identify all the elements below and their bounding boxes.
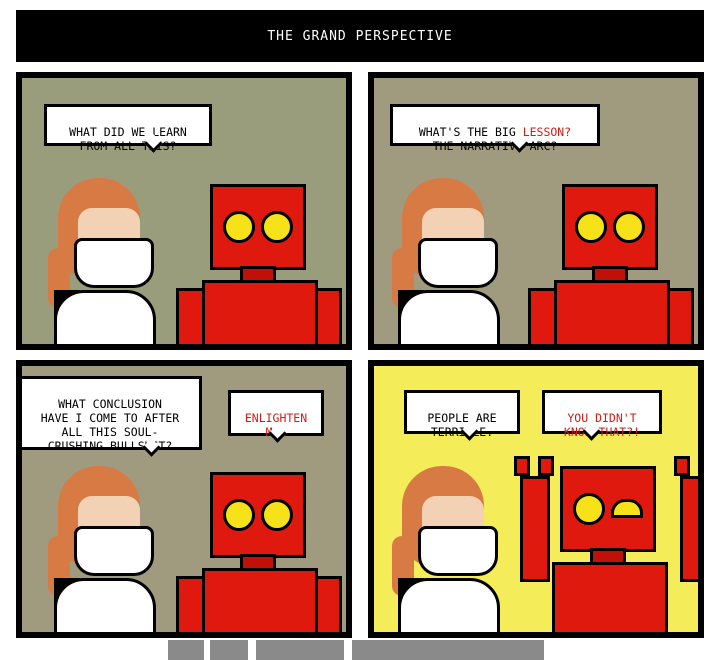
bubble-text: PEOPLE ARE TERRIBLE.	[427, 411, 497, 439]
speech-bubble-girl: WHAT DID WE LEARN FROM ALL THIS?	[44, 104, 212, 153]
panel-1: WHAT DID WE LEARN FROM ALL THIS?	[16, 72, 352, 350]
girl-character	[388, 466, 518, 632]
comic-title: THE GRAND PERSPECTIVE	[16, 10, 704, 62]
face-mask	[74, 238, 154, 288]
nav-block	[210, 640, 248, 660]
speech-bubble-girl: WHAT CONCLUSION HAVE I COME TO AFTER ALL…	[22, 376, 202, 457]
robot-character	[176, 472, 342, 632]
speech-bubble-robot: ENLIGHTEN ME.	[228, 390, 324, 443]
panel-2: WHAT'S THE BIG LESSON? THE NARRATIVE ARC…	[368, 72, 704, 350]
bubble-text-post: THE NARRATIVE ARC?	[432, 139, 558, 153]
robot-character	[176, 184, 342, 344]
nav-block	[352, 640, 544, 660]
nav-block	[168, 640, 204, 660]
panel-3: WHAT CONCLUSION HAVE I COME TO AFTER ALL…	[16, 360, 352, 638]
robot-character-arms-up	[514, 456, 698, 632]
panel-4: PEOPLE ARE TERRIBLE. YOU DIDN'T KNOW THA…	[368, 360, 704, 638]
face-mask	[418, 526, 498, 576]
bubble-text: YOU DIDN'T KNOW THAT?!	[563, 411, 641, 439]
bubble-text-pre: WHAT'S THE BIG	[418, 125, 523, 139]
speech-bubble-girl: PEOPLE ARE TERRIBLE.	[404, 390, 520, 441]
face-mask	[418, 238, 498, 288]
girl-character	[388, 178, 518, 344]
bubble-text-highlight: LESSON?	[522, 125, 572, 139]
bubble-text: WHAT DID WE LEARN FROM ALL THIS?	[69, 125, 187, 153]
nav-block	[256, 640, 344, 660]
girl-character	[44, 466, 174, 632]
girl-character	[44, 178, 174, 344]
robot-character	[528, 184, 694, 344]
speech-bubble-girl: WHAT'S THE BIG LESSON? THE NARRATIVE ARC…	[390, 104, 600, 153]
face-mask	[74, 526, 154, 576]
speech-bubble-robot: YOU DIDN'T KNOW THAT?!	[542, 390, 662, 441]
